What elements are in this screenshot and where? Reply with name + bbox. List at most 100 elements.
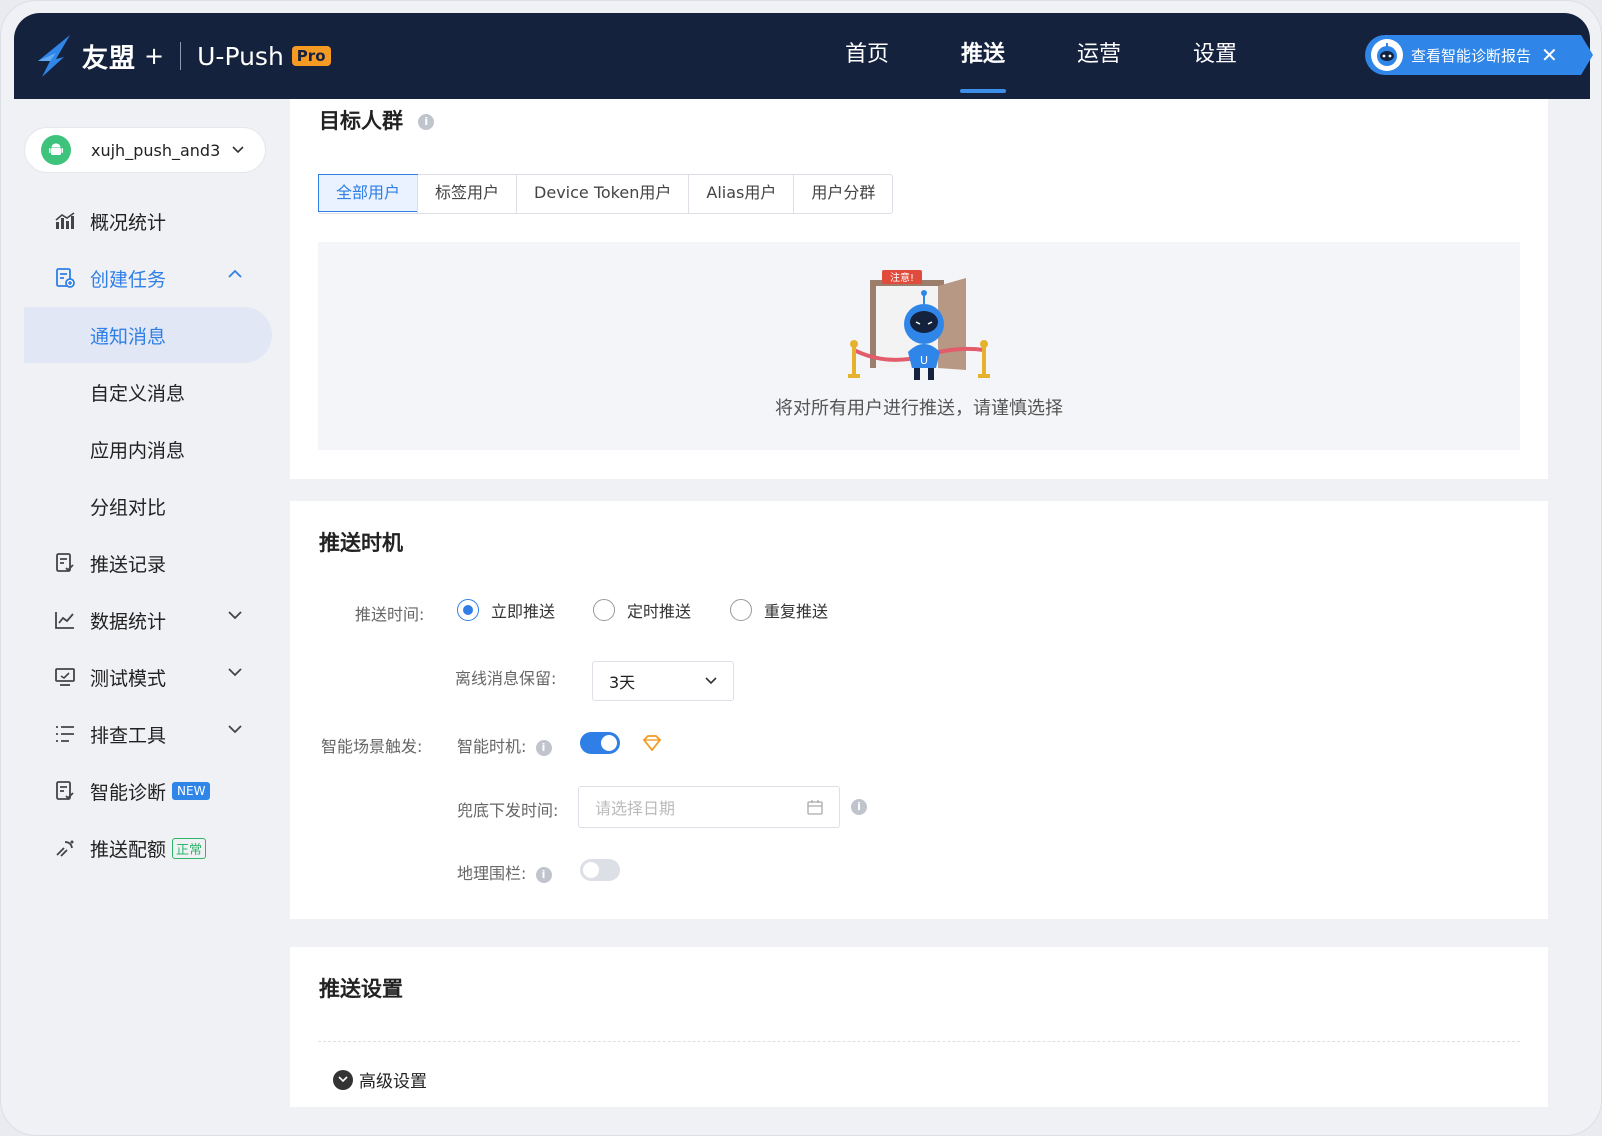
section-title-target: 目标人群 i bbox=[319, 105, 435, 135]
record-icon bbox=[54, 552, 76, 574]
top-navigation-bar: 友盟 + U-Push Pro 首页 推送 运营 设置 查看智能诊断报告 ✕ bbox=[14, 13, 1593, 99]
sidebar-item-in-app-message[interactable]: 应用内消息 bbox=[24, 421, 272, 477]
app-window: 友盟 + U-Push Pro 首页 推送 运营 设置 查看智能诊断报告 ✕ x… bbox=[0, 0, 1602, 1136]
close-icon[interactable]: ✕ bbox=[1541, 43, 1558, 67]
status-badge: 正常 bbox=[172, 837, 207, 859]
list-icon bbox=[54, 723, 76, 745]
calendar-icon bbox=[807, 800, 823, 815]
svg-text:U: U bbox=[920, 354, 928, 367]
date-placeholder: 请选择日期 bbox=[595, 799, 676, 818]
toggle-knob bbox=[583, 862, 599, 878]
fallback-date-input[interactable]: 请选择日期 bbox=[578, 786, 840, 828]
section-title-timing: 推送时机 bbox=[319, 531, 403, 555]
geofence-text: 地理围栏: bbox=[457, 864, 527, 883]
sidebar-item-label: 分组对比 bbox=[90, 496, 167, 519]
fallback-time-label: 兜底下发时间: bbox=[457, 801, 559, 820]
chevron-down-icon bbox=[228, 668, 242, 677]
nav-push[interactable]: 推送 bbox=[925, 13, 1041, 99]
chevron-down-icon bbox=[228, 611, 242, 620]
sidebar-item-test-mode[interactable]: 测试模式 bbox=[24, 649, 272, 705]
sidebar-item-troubleshoot[interactable]: 排查工具 bbox=[24, 706, 272, 762]
chevron-down-icon bbox=[232, 146, 244, 154]
new-badge: NEW bbox=[172, 782, 211, 800]
smart-timing-toggle[interactable] bbox=[580, 732, 620, 754]
info-icon[interactable]: i bbox=[535, 866, 552, 883]
diagnosis-report-banner[interactable]: 查看智能诊断报告 ✕ bbox=[1365, 35, 1593, 75]
chevron-down-circle-icon bbox=[333, 1069, 353, 1090]
tab-all-users[interactable]: 全部用户 bbox=[318, 174, 419, 212]
info-icon[interactable]: i bbox=[535, 739, 552, 756]
brand-separator bbox=[180, 42, 182, 70]
line-chart-icon bbox=[54, 609, 76, 631]
chevron-down-icon bbox=[228, 725, 242, 734]
sidebar-item-overview[interactable]: 概况统计 bbox=[24, 193, 272, 249]
sidebar-item-label: 智能诊断 bbox=[90, 781, 167, 804]
divider bbox=[318, 1041, 1520, 1042]
radio-scheduled[interactable]: 定时推送 bbox=[593, 598, 691, 622]
radio-label: 立即推送 bbox=[491, 602, 556, 621]
advanced-settings-toggle[interactable]: 高级设置 bbox=[333, 1067, 427, 1092]
tab-tag-users[interactable]: 标签用户 bbox=[417, 175, 516, 213]
sidebar-item-label: 排查工具 bbox=[90, 724, 167, 747]
target-title-text: 目标人群 bbox=[319, 109, 403, 133]
pro-badge: Pro bbox=[291, 46, 331, 66]
push-time-label: 推送时间: bbox=[355, 605, 425, 624]
tab-device-token-users[interactable]: Device Token用户 bbox=[516, 175, 688, 213]
nav-operations[interactable]: 运营 bbox=[1041, 13, 1157, 99]
info-icon[interactable]: i bbox=[851, 799, 867, 815]
nav-settings[interactable]: 设置 bbox=[1157, 13, 1273, 99]
sidebar-item-label: 应用内消息 bbox=[90, 439, 186, 462]
audience-tabs: 全部用户 标签用户 Device Token用户 Alias用户 用户分群 bbox=[318, 174, 894, 214]
sidebar-item-push-quota[interactable]: 推送配额 正常 bbox=[24, 820, 272, 876]
sidebar-item-data-stats[interactable]: 数据统计 bbox=[24, 592, 272, 648]
app-selector[interactable]: xujh_push_and3 bbox=[24, 127, 266, 173]
geofence-label: 地理围栏: i bbox=[457, 860, 552, 884]
sidebar-item-custom-message[interactable]: 自定义消息 bbox=[24, 364, 272, 420]
smart-scene-label: 智能场景触发: bbox=[321, 737, 423, 756]
tab-alias-users[interactable]: Alias用户 bbox=[688, 175, 793, 213]
offline-retention-select[interactable]: 3天 bbox=[592, 661, 734, 701]
target-audience-card: 目标人群 i 全部用户 标签用户 Device Token用户 Alias用户 … bbox=[290, 99, 1548, 479]
robot-avatar-icon bbox=[1371, 39, 1403, 71]
radio-label: 定时推送 bbox=[627, 602, 692, 621]
offline-retention-label: 离线消息保留: bbox=[455, 669, 557, 688]
umeng-logo-icon bbox=[38, 35, 70, 77]
geofence-toggle[interactable] bbox=[580, 859, 620, 881]
nav-home[interactable]: 首页 bbox=[809, 13, 925, 99]
select-value: 3天 bbox=[609, 673, 636, 692]
sidebar-item-label: 自定义消息 bbox=[90, 382, 186, 405]
section-title-settings: 推送设置 bbox=[319, 977, 403, 1001]
brand[interactable]: 友盟 + U-Push Pro bbox=[34, 31, 331, 81]
sidebar: xujh_push_and3 概况统计 创建任务 通知消息 自定义消息 应用内消… bbox=[14, 99, 282, 1135]
sidebar-item-label: 概况统计 bbox=[90, 211, 167, 234]
sidebar-item-label: 数据统计 bbox=[90, 610, 167, 633]
sidebar-item-group-compare[interactable]: 分组对比 bbox=[24, 478, 272, 534]
tab-user-segments[interactable]: 用户分群 bbox=[793, 175, 892, 213]
radio-immediate[interactable]: 立即推送 bbox=[457, 598, 555, 622]
radio-button[interactable] bbox=[593, 599, 615, 621]
warning-mascot-illustration: 注意! U bbox=[848, 270, 990, 380]
android-icon bbox=[41, 135, 71, 165]
monitor-icon bbox=[54, 666, 76, 688]
push-timing-card: 推送时机 推送时间: 立即推送 定时推送 重复推送 离线消息保留: 3天 智能场… bbox=[290, 501, 1548, 919]
create-task-icon bbox=[54, 267, 76, 289]
info-icon[interactable]: i bbox=[418, 114, 435, 130]
chevron-up-icon bbox=[228, 269, 242, 278]
product-name: U-Push bbox=[197, 41, 284, 71]
diamond-premium-icon bbox=[642, 735, 662, 751]
push-settings-card: 推送设置 高级设置 bbox=[290, 947, 1548, 1107]
sidebar-item-label: 通知消息 bbox=[90, 325, 167, 348]
toggle-knob bbox=[601, 735, 617, 751]
sidebar-item-label: 推送记录 bbox=[90, 553, 167, 576]
diagnosis-icon bbox=[54, 780, 76, 802]
sidebar-item-push-records[interactable]: 推送记录 bbox=[24, 535, 272, 591]
radio-button[interactable] bbox=[457, 599, 479, 621]
warning-text: 将对所有用户进行推送，请谨慎选择 bbox=[775, 398, 1063, 419]
sidebar-item-create-task[interactable]: 创建任务 bbox=[24, 250, 272, 306]
chevron-down-icon bbox=[705, 677, 717, 685]
sidebar-item-notification[interactable]: 通知消息 bbox=[24, 307, 272, 363]
radio-repeat[interactable]: 重复推送 bbox=[730, 598, 828, 622]
sidebar-item-smart-diagnosis[interactable]: 智能诊断 NEW bbox=[24, 763, 272, 819]
radio-button[interactable] bbox=[730, 599, 752, 621]
brand-plus: + bbox=[144, 42, 165, 70]
